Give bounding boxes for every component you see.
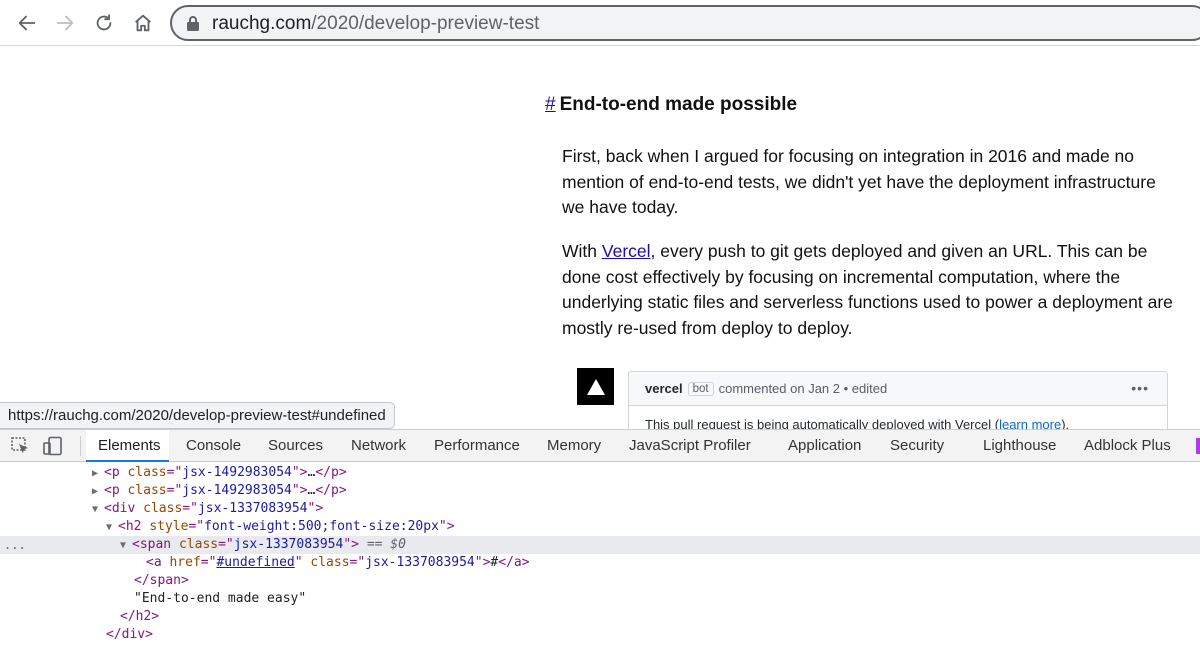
- toolbar-divider: [80, 436, 81, 456]
- tab-performance[interactable]: Performance: [434, 430, 520, 462]
- dom-text-node[interactable]: "End-to-end made easy": [0, 590, 1200, 608]
- dom-node-span-close[interactable]: </span>: [0, 572, 1200, 590]
- comment-box: vercel bot commented on Jan 2 • edited •…: [628, 371, 1168, 438]
- inspect-element-icon[interactable]: [10, 436, 32, 456]
- tab-security[interactable]: Security: [890, 430, 944, 462]
- attr-value: font-weight:500;font-size:20px: [204, 519, 439, 534]
- vercel-avatar[interactable]: [577, 368, 614, 405]
- dom-node-p[interactable]: ▶ <p class="jsx-1492983054">…</p>: [0, 482, 1200, 500]
- paragraph-text: , every push to git gets deployed and gi…: [562, 241, 1173, 338]
- browser-toolbar: rauchg.com/2020/develop-preview-test: [0, 0, 1200, 46]
- collapsed-ellipsis: …: [307, 483, 316, 498]
- node-actions-icon[interactable]: ...: [4, 536, 26, 554]
- collapse-triangle-icon[interactable]: ▼: [120, 537, 132, 555]
- dom-node-h2[interactable]: ▼ <h2 style="font-weight:500;font-size:20…: [0, 518, 1200, 536]
- attr-value: jsx-1492983054: [182, 483, 292, 498]
- href-link[interactable]: #undefined: [216, 555, 294, 570]
- vercel-link[interactable]: Vercel: [602, 241, 651, 261]
- dom-node-div[interactable]: ▼ <div class="jsx-1337083954">: [0, 500, 1200, 518]
- address-bar[interactable]: rauchg.com/2020/develop-preview-test: [170, 5, 1200, 41]
- comment-header: vercel bot commented on Jan 2 • edited •…: [629, 372, 1167, 406]
- back-arrow-icon[interactable]: [12, 8, 42, 38]
- expand-triangle-icon[interactable]: ▶: [92, 465, 104, 483]
- collapse-triangle-icon[interactable]: ▼: [106, 519, 118, 537]
- tab-lighthouse[interactable]: Lighthouse: [983, 430, 1056, 462]
- vercel-triangle-icon: [586, 378, 605, 395]
- comment-meta[interactable]: commented on Jan 2 • edited: [719, 381, 888, 396]
- tab-elements[interactable]: Elements: [86, 430, 169, 462]
- link-status-bubble: https://rauchg.com/2020/develop-preview-…: [0, 402, 395, 429]
- collapsed-ellipsis: …: [307, 465, 316, 480]
- device-toolbar-icon[interactable]: [42, 436, 64, 456]
- dom-node-h2-close[interactable]: </h2>: [0, 608, 1200, 626]
- url-text: rauchg.com/2020/develop-preview-test: [212, 13, 539, 35]
- home-icon[interactable]: [128, 8, 158, 38]
- selected-node-marker: == $0: [366, 537, 406, 552]
- tab-application[interactable]: Application: [788, 430, 861, 462]
- paragraph-text: With: [562, 241, 602, 261]
- comment-menu-icon[interactable]: •••: [1131, 380, 1149, 396]
- paragraph-vercel: With Vercel, every push to git gets depl…: [562, 239, 1182, 341]
- collapse-triangle-icon[interactable]: ▼: [92, 501, 104, 519]
- tab-adblock-plus[interactable]: Adblock Plus: [1084, 430, 1171, 462]
- attr-value: jsx-1492983054: [182, 465, 292, 480]
- reload-icon[interactable]: [89, 8, 119, 38]
- expand-triangle-icon[interactable]: ▶: [92, 483, 104, 501]
- section-heading: # End-to-end made possible: [545, 90, 1185, 120]
- attr-value: jsx-1337083954: [197, 501, 308, 516]
- dom-node-div-close[interactable]: </div>: [0, 626, 1200, 644]
- tab-javascript-profiler[interactable]: JavaScript Profiler: [629, 430, 751, 462]
- tab-console[interactable]: Console: [186, 430, 241, 462]
- bot-badge: bot: [687, 381, 714, 396]
- anchor-text: #: [490, 555, 499, 570]
- elements-tree: ▶ <p class="jsx-1492983054">…</p> ▶ <p cla…: [0, 462, 1200, 646]
- url-path: /2020/develop-preview-test: [311, 13, 540, 34]
- text-node-value: "End-to-end made easy": [134, 591, 307, 606]
- heading-anchor-link[interactable]: #: [545, 94, 556, 115]
- dom-node-span-selected[interactable]: ... ▼ <span class="jsx-1337083954"> == $0: [0, 536, 1200, 555]
- heading-text: End-to-end made possible: [559, 94, 798, 115]
- comment-author[interactable]: vercel: [645, 381, 683, 396]
- forward-arrow-icon[interactable]: [50, 8, 80, 38]
- attr-value: jsx-1337083954: [365, 555, 475, 570]
- tab-memory[interactable]: Memory: [547, 430, 601, 462]
- devtools-panel: Elements Console Sources Network Perform…: [0, 429, 1200, 646]
- devtools-tab-bar: Elements Console Sources Network Perform…: [0, 430, 1200, 462]
- dom-node-a[interactable]: <a href="#undefined" class="jsx-13370839…: [0, 554, 1200, 572]
- dom-node-p[interactable]: ▶ <p class="jsx-1492983054">…</p>: [0, 464, 1200, 482]
- github-comment-card: vercel bot commented on Jan 2 • edited •…: [577, 368, 1168, 438]
- article: # End-to-end made possible First, back wh…: [545, 90, 1185, 338]
- attr-value: jsx-1337083954: [233, 537, 344, 552]
- url-host: rauchg.com: [212, 13, 312, 34]
- tab-sources[interactable]: Sources: [268, 430, 323, 462]
- lock-icon[interactable]: [186, 15, 200, 31]
- extension-tab-icon[interactable]: [1196, 438, 1200, 454]
- paragraph-integration: First, back when I argued for focusing o…: [562, 146, 1156, 217]
- tab-network[interactable]: Network: [351, 430, 406, 462]
